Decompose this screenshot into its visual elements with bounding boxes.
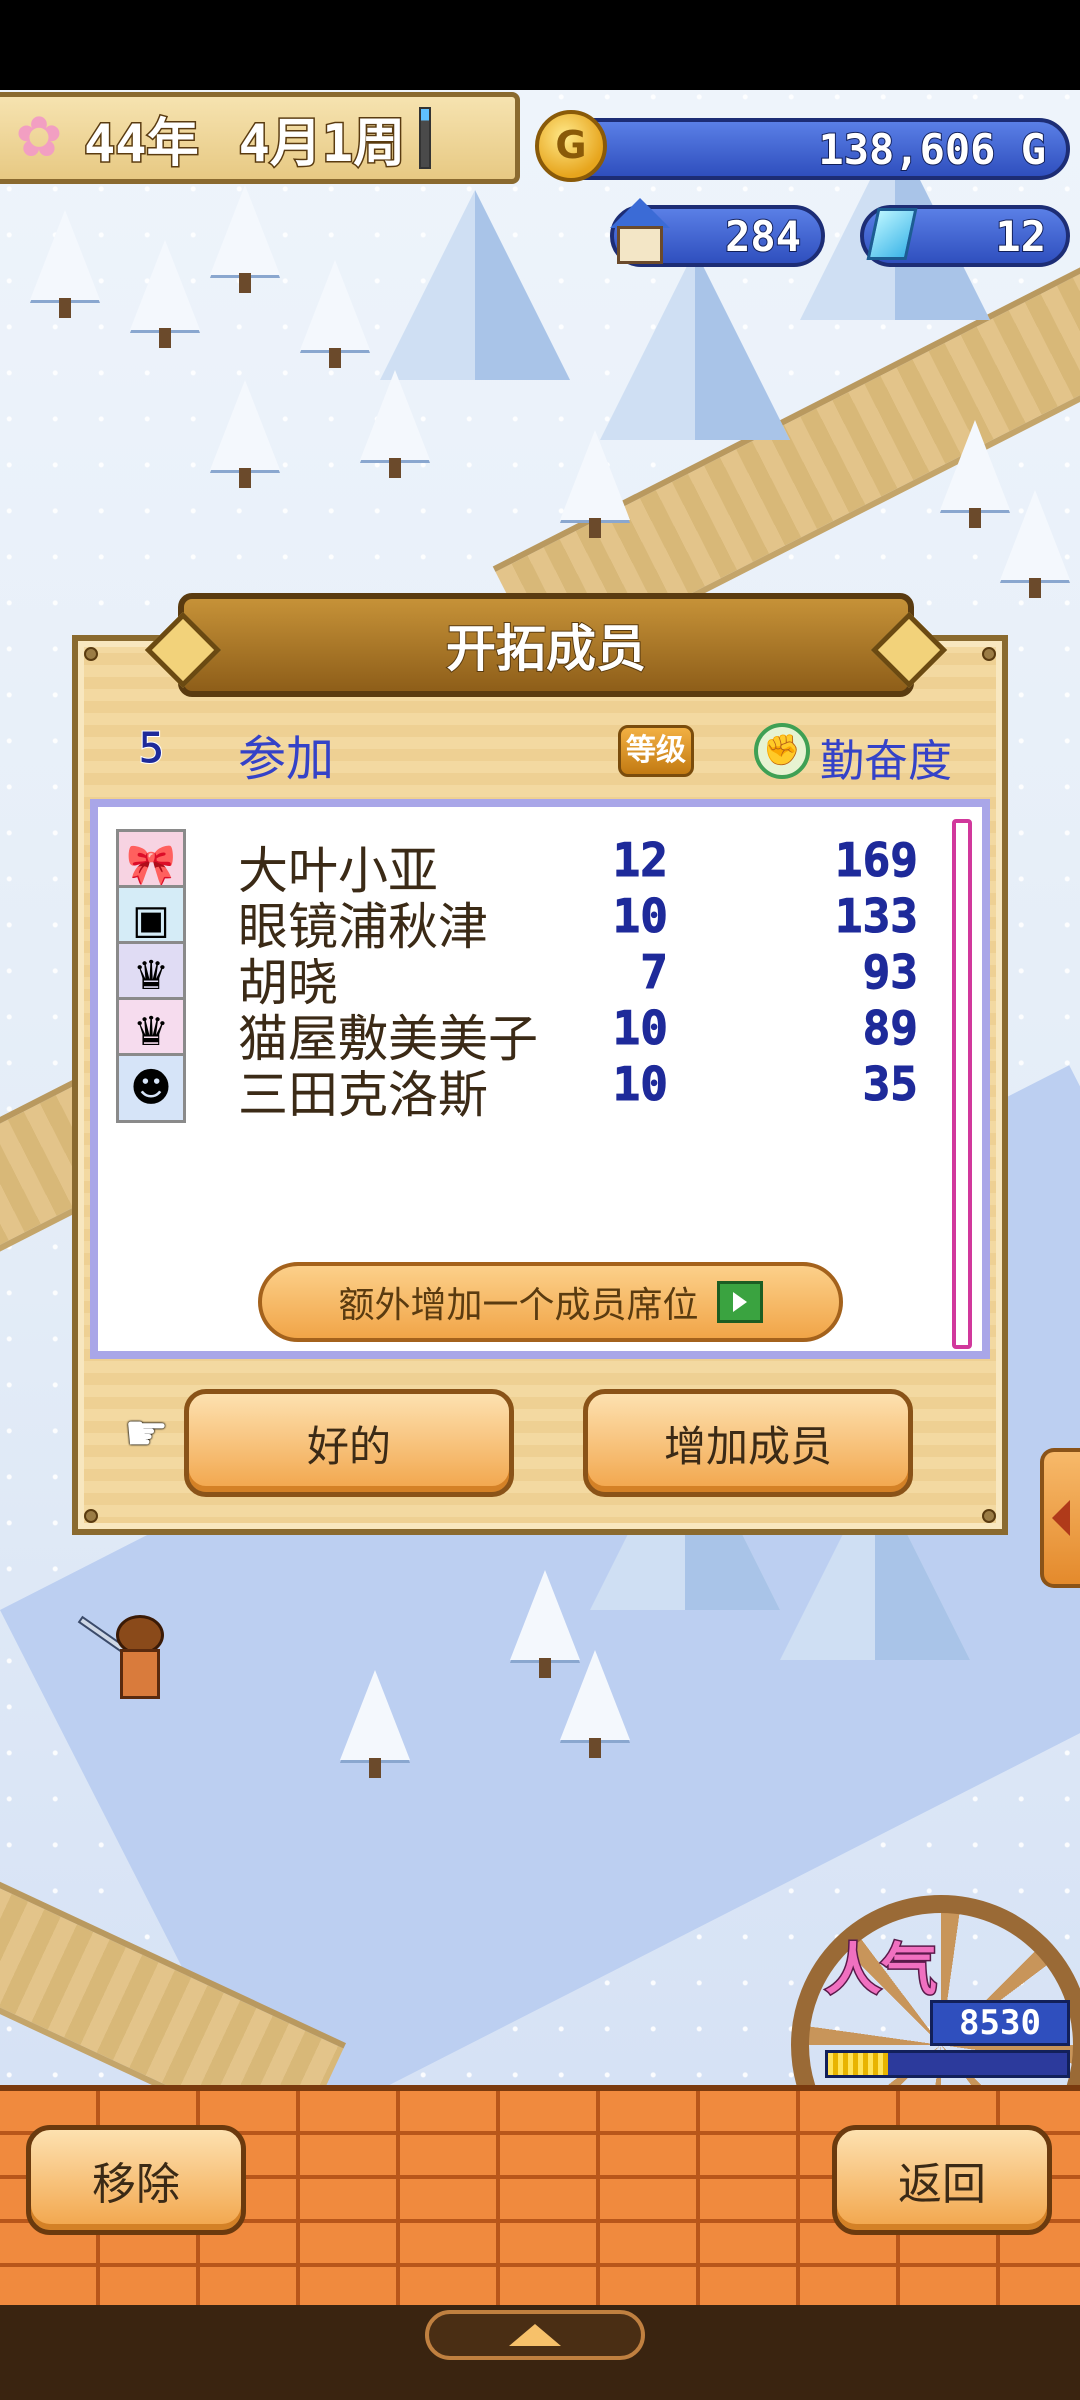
back-button[interactable]: 返回 (832, 2125, 1052, 2235)
cherry-blossom-icon: ✿ (15, 105, 63, 170)
list-scrollbar[interactable] (952, 819, 972, 1349)
snowy-tree (560, 1650, 630, 1760)
play-icon (716, 1281, 763, 1323)
member-count: 5 (138, 723, 165, 775)
snowy-tree (130, 240, 200, 350)
snowy-tree (210, 185, 280, 295)
snowy-tree (340, 1670, 410, 1780)
time-meter (419, 107, 432, 169)
rivet (982, 647, 996, 661)
snowy-tree (30, 210, 100, 320)
mountain (380, 190, 570, 380)
member-level: 10 (612, 1057, 668, 1112)
popularity-label: 人气 (824, 1937, 939, 2005)
join-label: 参加 (238, 731, 335, 787)
level-header: 等级 (618, 725, 694, 777)
snowy-tree (360, 370, 430, 480)
fist-icon: ✊ (754, 723, 810, 779)
mountain (600, 250, 790, 440)
snowy-tree (560, 430, 630, 540)
popularity-bar-fill (828, 2053, 888, 2075)
popularity-value: 8530 (930, 2000, 1070, 2046)
side-drawer-tab[interactable] (1040, 1448, 1080, 1588)
dialog-actions: ☛ 好的 增加成员 (78, 1379, 1002, 1509)
ok-button-label: 好的 (306, 1421, 391, 1471)
week-label: 4月1周 (237, 112, 407, 175)
dialog-title: 开拓成员 (445, 619, 647, 679)
gold-counter: 138,606 G (540, 118, 1070, 180)
add-member-button[interactable]: 增加成员 (583, 1389, 913, 1497)
blue-hat-avatar-icon: ☻ (116, 1053, 186, 1123)
popularity-bar (825, 2050, 1070, 2078)
snowy-tree (210, 380, 280, 490)
member-diligence: 35 (862, 1057, 918, 1112)
crystal-value: 12 (994, 211, 1047, 262)
add-member-button-label: 增加成员 (663, 1421, 832, 1471)
gold-value: 138,606 G (817, 124, 1047, 175)
dialog-title-bar: 开拓成员 (178, 593, 914, 697)
diligence-header: 勤奋度 (820, 736, 952, 787)
date-panel: ✿ 44年 4月1周 (0, 92, 520, 184)
member-list[interactable]: 🎀 大叶小亚 12 169 ▣ 眼镜浦秋津 10 133 ♛ 胡晓 7 93 ♛… (90, 799, 990, 1359)
back-button-label: 返回 (898, 2159, 986, 2210)
member-row[interactable]: ☻ 三田克洛斯 10 35 (98, 1043, 958, 1127)
snowy-tree (1000, 490, 1070, 600)
year-label: 44年 (83, 112, 201, 175)
expand-menu-up-icon[interactable] (425, 2310, 645, 2360)
house-value: 284 (724, 211, 802, 262)
rivet (84, 1509, 98, 1523)
ok-button[interactable]: 好的 (184, 1389, 514, 1497)
player-character[interactable] (77, 1615, 190, 1735)
member-name: 三田克洛斯 (238, 1066, 488, 1124)
crystal-icon (860, 200, 926, 272)
rivet (84, 647, 98, 661)
popularity-widget: 人气 8530 (785, 1895, 1080, 2085)
house-icon (605, 198, 675, 268)
add-extra-seat-label: 额外增加一个成员席位 (338, 1285, 699, 1326)
remove-button[interactable]: 移除 (26, 2125, 246, 2235)
pioneer-members-dialog: 开拓成员 5 参加 等级 ✊ 勤奋度 🎀 大叶小亚 12 169 ▣ 眼镜浦秋津… (72, 593, 1008, 1535)
snowy-tree (300, 260, 370, 370)
gold-coin-icon: G (535, 110, 607, 182)
remove-button-label: 移除 (92, 2159, 180, 2210)
rivet (982, 1509, 996, 1523)
add-extra-seat-button[interactable]: 额外增加一个成员席位 (258, 1262, 843, 1342)
list-header: 5 参加 等级 ✊ 勤奋度 (78, 711, 1002, 791)
